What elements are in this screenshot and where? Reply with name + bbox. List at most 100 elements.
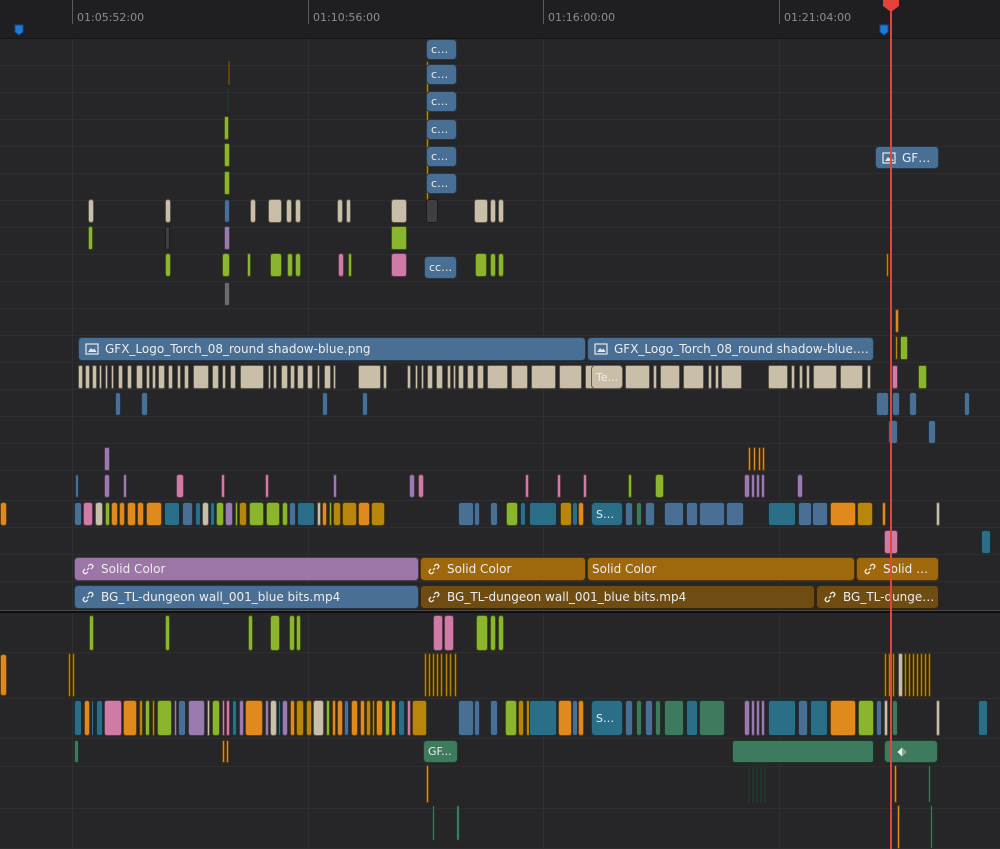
- clip[interactable]: [333, 365, 336, 389]
- clip[interactable]: [270, 700, 277, 736]
- clip[interactable]: [165, 253, 171, 277]
- clip[interactable]: [768, 502, 796, 526]
- clip[interactable]: [282, 700, 288, 736]
- clip[interactable]: [240, 365, 264, 389]
- clip[interactable]: [884, 700, 888, 736]
- track-lane[interactable]: [0, 93, 1000, 120]
- clip[interactable]: [904, 653, 907, 697]
- clip[interactable]: [0, 502, 7, 526]
- clip[interactable]: [174, 700, 177, 736]
- clip[interactable]: [758, 447, 761, 471]
- clip[interactable]: [104, 474, 110, 498]
- clip[interactable]: [916, 653, 919, 697]
- clip[interactable]: [756, 474, 760, 498]
- clip-gfx[interactable]: GFX_...: [875, 146, 939, 169]
- clip[interactable]: [184, 365, 189, 389]
- clip[interactable]: [768, 365, 788, 389]
- clip[interactable]: [230, 365, 236, 389]
- clip[interactable]: [228, 61, 230, 85]
- clip[interactable]: [289, 615, 295, 651]
- clip[interactable]: [529, 502, 557, 526]
- clip[interactable]: [761, 474, 765, 498]
- clip[interactable]: [222, 700, 225, 736]
- clip-cc[interactable]: cc...: [426, 91, 457, 112]
- clip-cc[interactable]: cc_...: [424, 256, 457, 279]
- clip[interactable]: [426, 199, 438, 223]
- clip[interactable]: [351, 700, 358, 736]
- clip[interactable]: [686, 700, 698, 736]
- clip-gfx-logo[interactable]: GFX_Logo_Torch_08_round shadow-blue.png: [587, 337, 874, 361]
- clip[interactable]: [909, 392, 917, 416]
- clip[interactable]: [456, 805, 460, 841]
- clip[interactable]: [751, 700, 755, 736]
- clip[interactable]: [490, 615, 496, 651]
- clip[interactable]: [421, 365, 424, 389]
- clip[interactable]: [628, 474, 632, 498]
- clip[interactable]: [447, 365, 451, 389]
- clip[interactable]: [391, 253, 407, 277]
- clip[interactable]: [249, 502, 264, 526]
- clip[interactable]: [326, 700, 330, 736]
- clip[interactable]: [91, 700, 94, 736]
- track-lane[interactable]: [0, 444, 1000, 471]
- clip[interactable]: [105, 365, 108, 389]
- clip[interactable]: [490, 700, 498, 736]
- clip[interactable]: [222, 740, 225, 763]
- clip[interactable]: [506, 502, 518, 526]
- clip[interactable]: [127, 365, 132, 389]
- clip[interactable]: [358, 365, 381, 389]
- track-lane[interactable]: [0, 809, 1000, 849]
- clip[interactable]: [418, 474, 424, 498]
- clip[interactable]: [317, 365, 320, 389]
- clip[interactable]: [475, 253, 487, 277]
- clip[interactable]: [660, 365, 680, 389]
- clip[interactable]: [332, 700, 336, 736]
- clip[interactable]: [799, 365, 803, 389]
- clip[interactable]: [295, 253, 301, 277]
- clip[interactable]: [798, 502, 812, 526]
- clip[interactable]: [83, 502, 93, 526]
- clip[interactable]: [732, 740, 874, 763]
- clip[interactable]: [857, 502, 873, 526]
- clip[interactable]: [88, 199, 94, 223]
- clip-gfx[interactable]: GF...: [423, 740, 458, 763]
- clip[interactable]: [756, 700, 760, 736]
- clip-solid-color[interactable]: Solid Co...: [856, 557, 939, 581]
- clip[interactable]: [531, 365, 556, 389]
- clip[interactable]: [936, 502, 940, 526]
- clip[interactable]: [487, 365, 508, 389]
- clip[interactable]: [290, 365, 295, 389]
- clip[interactable]: [930, 805, 933, 849]
- clip[interactable]: [892, 653, 895, 697]
- clip[interactable]: [239, 700, 244, 736]
- clip[interactable]: [290, 700, 295, 736]
- marker-icon[interactable]: [14, 24, 24, 36]
- clip[interactable]: [529, 700, 557, 736]
- clip[interactable]: [894, 765, 897, 803]
- clip[interactable]: [322, 392, 328, 416]
- clip[interactable]: [920, 653, 923, 697]
- clip[interactable]: [751, 474, 755, 498]
- clip-solid-color[interactable]: Solid Color: [420, 557, 586, 581]
- clip[interactable]: [0, 654, 7, 696]
- clip[interactable]: [227, 88, 229, 112]
- clip[interactable]: [158, 365, 165, 389]
- clip[interactable]: [287, 253, 293, 277]
- clip[interactable]: [708, 365, 712, 389]
- clip[interactable]: [806, 365, 810, 389]
- clip[interactable]: [498, 253, 504, 277]
- clip[interactable]: [75, 474, 79, 498]
- clip[interactable]: [892, 700, 898, 736]
- clip[interactable]: [78, 365, 83, 389]
- clip[interactable]: [636, 700, 642, 736]
- clip[interactable]: [830, 502, 856, 526]
- clip[interactable]: [505, 700, 517, 736]
- clip[interactable]: [744, 474, 750, 498]
- clip-cc[interactable]: cc...: [426, 146, 457, 167]
- track-lane[interactable]: [0, 653, 1000, 699]
- clip[interactable]: [625, 700, 633, 736]
- clip[interactable]: [346, 199, 351, 223]
- clip[interactable]: [445, 653, 448, 697]
- clip[interactable]: [978, 700, 988, 736]
- clip[interactable]: [686, 502, 698, 526]
